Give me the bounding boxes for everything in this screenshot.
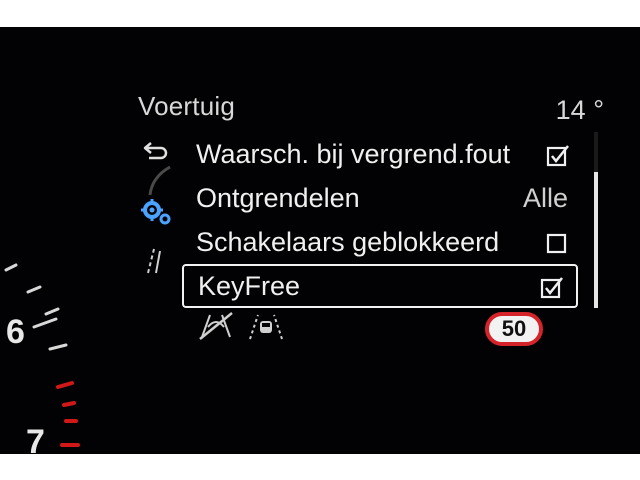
menu-item-label: Schakelaars geblokkeerd: [196, 226, 500, 257]
instrument-cluster-display: 6 7 Voertuig 14 ° Waarsch. bij vergrend.…: [0, 27, 640, 454]
outside-temperature: 14 °: [555, 95, 604, 125]
traction-off-icon: [199, 312, 233, 340]
settings-menu-list: Waarsch. bij vergrend.fout Ontgrendelen …: [182, 132, 582, 308]
menu-item-label: Waarsch. bij vergrend.fout: [196, 138, 511, 169]
gauge-number-6: 6: [6, 313, 25, 351]
menu-item-label: Ontgrendelen: [196, 182, 360, 213]
checkbox-checked-icon[interactable]: [540, 275, 563, 299]
menu-item-unlock[interactable]: Ontgrendelen Alle: [182, 176, 582, 220]
gauge-dial: [4, 263, 80, 447]
page-title: Voertuig: [138, 91, 236, 121]
menu-item-keyfree[interactable]: KeyFree: [182, 264, 578, 308]
scrollbar-thumb[interactable]: [594, 172, 598, 308]
speed-limit-sign: 50: [485, 312, 543, 346]
menu-item-lock-error-warning[interactable]: Waarsch. bij vergrend.fout: [182, 132, 582, 176]
menu-item-label: KeyFree: [198, 270, 301, 301]
gauge-number-7: 7: [26, 423, 45, 454]
back-arrow-icon[interactable]: [138, 134, 172, 168]
speed-limit-value: 50: [501, 316, 527, 341]
checkbox-checked-icon[interactable]: [546, 143, 569, 167]
cluster-arc: [148, 165, 171, 196]
menu-item-value: Alle: [522, 182, 568, 213]
menu-item-switches-locked[interactable]: Schakelaars geblokkeerd: [182, 220, 582, 264]
lane-assist-icon: [249, 314, 283, 340]
lane-icon: [138, 243, 172, 277]
menu-scrollbar[interactable]: [594, 132, 598, 308]
checkbox-unchecked-icon[interactable]: [546, 231, 568, 254]
